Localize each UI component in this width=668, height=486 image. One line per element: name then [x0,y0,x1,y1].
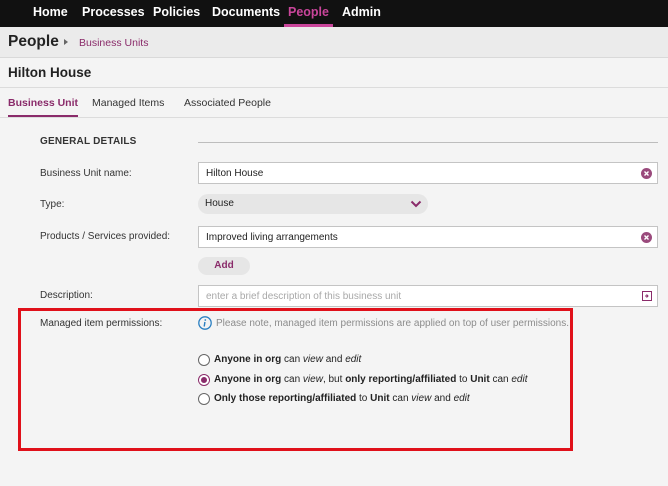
description-placeholder: enter a brief description of this busine… [206,291,402,302]
description-label: Description: [40,290,93,301]
type-select[interactable]: House [198,194,428,214]
add-product-button[interactable]: Add [198,257,250,275]
tab-business-unit[interactable]: Business Unit [8,97,79,117]
unit-title: Hilton House [8,65,92,80]
business-unit-name-value: Hilton House [206,168,264,179]
business-unit-name-field[interactable]: Hilton House [198,162,658,184]
products-services-value: Improved living arrangements [206,232,338,243]
breadcrumb-link-business-units[interactable]: Business Units [79,37,148,49]
type-label: Type: [40,199,65,210]
nav-documents[interactable]: Documents [212,0,280,27]
nav-people[interactable]: People [284,0,333,27]
tab-associated-people[interactable]: Associated People [184,97,271,109]
products-services-label: Products / Services provided: [40,231,171,242]
breadcrumb: People Business Units [0,27,668,58]
clear-icon[interactable] [641,168,652,179]
clear-icon[interactable] [641,232,652,243]
tab-bar: Business Unit Managed Items Associated P… [0,88,668,118]
type-select-value: House [205,198,234,209]
business-unit-name-label: Business Unit name: [40,168,132,179]
page-title: People [8,33,59,50]
nav-admin[interactable]: Admin [342,0,381,27]
top-nav: Home Processes Policies Documents People… [0,0,668,27]
expand-editor-icon[interactable] [642,291,652,301]
section-divider [198,142,658,143]
description-field[interactable]: enter a brief description of this busine… [198,285,658,307]
tab-managed-items[interactable]: Managed Items [92,97,164,109]
nav-home[interactable]: Home [33,0,68,27]
section-title: GENERAL DETAILS [40,136,137,147]
breadcrumb-separator-icon [64,39,68,45]
highlight-box [18,308,573,451]
nav-policies[interactable]: Policies [153,0,200,27]
chevron-down-icon [410,200,422,208]
products-services-field[interactable]: Improved living arrangements [198,226,658,248]
unit-header: Hilton House [0,58,668,88]
nav-processes[interactable]: Processes [82,0,145,27]
